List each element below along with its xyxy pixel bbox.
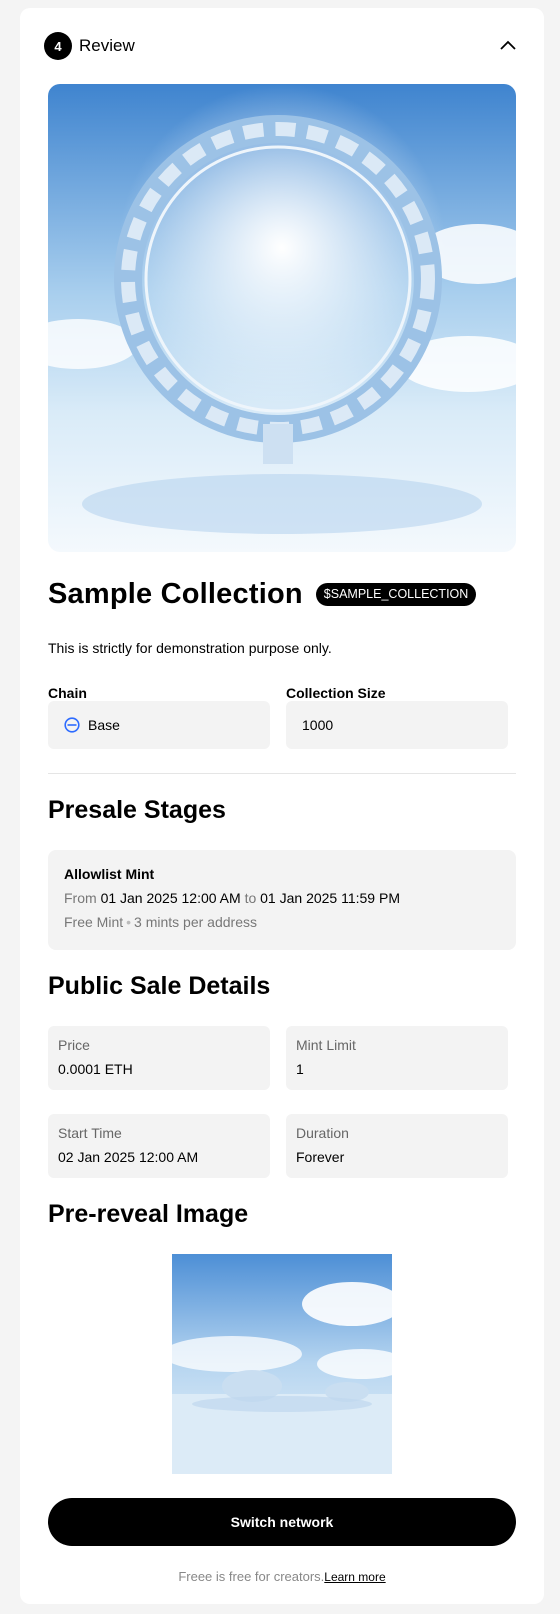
chevron-up-icon[interactable] — [496, 34, 520, 58]
collection-name: Sample Collection — [48, 577, 303, 610]
prereveal-title: Pre-reveal Image — [48, 1200, 249, 1228]
stage-to-label: to — [244, 890, 257, 906]
switch-network-button[interactable]: Switch network — [48, 1498, 516, 1546]
start-time-box: Start Time 02 Jan 2025 12:00 AM — [48, 1114, 270, 1178]
stage-to-value: 01 Jan 2025 11:59 PM — [260, 890, 400, 906]
chain-field: Base — [48, 701, 270, 749]
stage-price-type: Free Mint — [64, 914, 124, 930]
base-chain-icon — [64, 717, 80, 733]
presale-stage-card: Allowlist Mint From 01 Jan 2025 12:00 AM… — [48, 850, 516, 950]
duration-box: Duration Forever — [286, 1114, 508, 1178]
mint-limit-label: Mint Limit — [296, 1037, 356, 1053]
mint-limit-box: Mint Limit 1 — [286, 1026, 508, 1090]
footer-text: Freee is free for creators. — [178, 1569, 325, 1584]
presale-stages-title: Presale Stages — [48, 796, 226, 824]
step-number-badge: 4 — [44, 32, 72, 60]
collection-size-label: Collection Size — [286, 685, 386, 701]
duration-value: Forever — [296, 1149, 345, 1165]
start-time-value: 02 Jan 2025 12:00 AM — [58, 1149, 199, 1165]
stage-name: Allowlist Mint — [64, 866, 155, 882]
collection-size-value: 1000 — [302, 717, 334, 733]
stage-times: From 01 Jan 2025 12:00 AM to 01 Jan 2025… — [64, 890, 500, 906]
collection-description: This is strictly for demonstration purpo… — [48, 640, 332, 656]
stage-from-value: 01 Jan 2025 12:00 AM — [100, 890, 241, 906]
stage-meta: Free Mint • 3 mints per address — [64, 914, 500, 930]
collection-size-field: 1000 — [286, 701, 508, 749]
footer-note: Freee is free for creators.Learn more — [20, 1569, 544, 1584]
price-value: 0.0001 ETH — [58, 1061, 133, 1077]
dot-separator-icon: • — [126, 914, 132, 930]
stage-from-label: From — [64, 890, 97, 906]
review-step-header[interactable]: 4 Review — [44, 32, 520, 78]
review-card: 4 Review Sample Collection $SAMPLE_COLLE… — [20, 8, 544, 1604]
stage-mint-limit: 3 mints per address — [134, 914, 257, 930]
learn-more-link[interactable]: Learn more — [324, 1570, 385, 1584]
duration-label: Duration — [296, 1125, 349, 1141]
prereveal-image — [172, 1254, 392, 1474]
price-label: Price — [58, 1037, 90, 1053]
mint-limit-value: 1 — [296, 1061, 304, 1077]
step-title: Review — [79, 36, 135, 55]
price-box: Price 0.0001 ETH — [48, 1026, 270, 1090]
public-sale-title: Public Sale Details — [48, 972, 271, 1000]
collection-image — [48, 84, 516, 552]
chain-value: Base — [88, 717, 120, 733]
section-divider — [48, 773, 516, 774]
collection-symbol-badge: $SAMPLE_COLLECTION — [315, 582, 477, 606]
start-time-label: Start Time — [58, 1125, 122, 1141]
chain-label: Chain — [48, 685, 87, 701]
